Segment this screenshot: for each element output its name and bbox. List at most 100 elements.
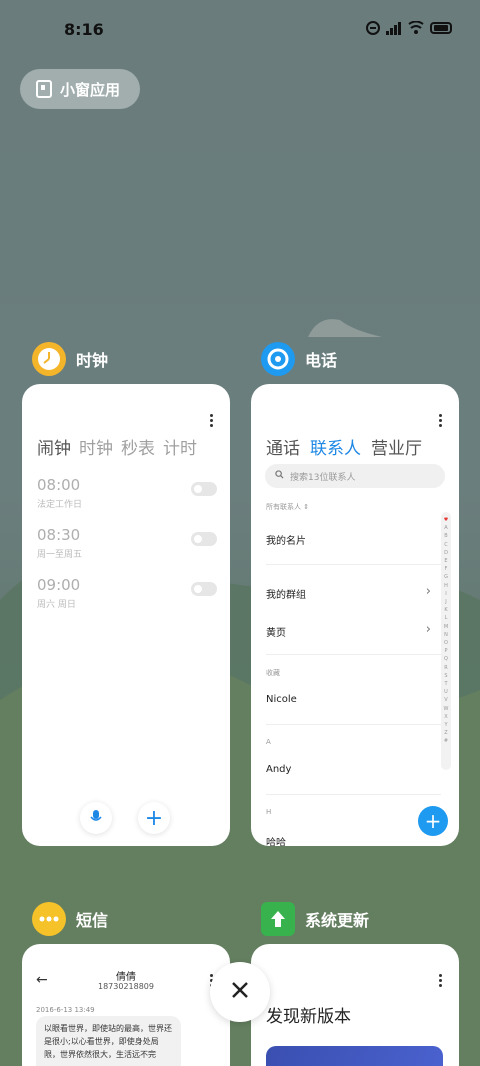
alarm-toggle[interactable] (191, 532, 217, 546)
message-timestamp: 2016-6-13 13:49 (36, 1006, 95, 1014)
alphabet-index-letter[interactable]: A (444, 524, 447, 532)
alphabet-index-letter[interactable]: L (445, 614, 448, 622)
all-contacts-filter[interactable]: 所有联系人 ⇕ (266, 502, 309, 512)
phone-app-header[interactable]: 电话 (261, 342, 337, 376)
my-groups-label: 我的群组 (266, 590, 306, 601)
alphabet-index-letter[interactable]: F (445, 565, 448, 573)
phone-app-icon (261, 342, 295, 376)
floating-window-apps-button[interactable]: 小窗应用 (20, 69, 140, 109)
tab-service-hall[interactable]: 营业厅 (371, 434, 422, 459)
chevron-right-icon: › (425, 622, 431, 637)
my-card-item[interactable]: 我的名片 (266, 532, 431, 547)
alarm-item[interactable]: 08:30 周一至周五 (37, 526, 217, 566)
clock-app-card[interactable]: 闹钟 时钟 秒表 计时 08:00 法定工作日 08:30 周一至周五 09:0… (22, 384, 230, 846)
more-options-icon[interactable] (439, 414, 443, 429)
tab-timer[interactable]: 计时 (163, 434, 197, 459)
conversation-contact-number: 18730218809 (98, 982, 154, 991)
tab-clock[interactable]: 时钟 (79, 434, 113, 459)
alarm-toggle[interactable] (191, 582, 217, 596)
alphabet-index-letter[interactable]: H (444, 582, 448, 590)
tab-stopwatch[interactable]: 秒表 (121, 434, 155, 459)
alphabet-index-letter[interactable]: # (444, 737, 448, 745)
message-bubble[interactable]: 以眼看世界，即使站的最高，世界还是很小;以心看世界，即使身处局限，世界依然很大，… (36, 1016, 181, 1066)
alphabet-index-letter[interactable]: I (445, 590, 446, 598)
alphabet-index-scrollbar[interactable]: ♥ A B C D E F G H I J K L M N O P Q R S T U V W X Y Z # (441, 512, 451, 770)
clock-app-header[interactable]: 时钟 (32, 342, 108, 376)
contact-item[interactable]: Andy (266, 764, 431, 775)
contact-item[interactable]: Nicole (266, 694, 431, 705)
alphabet-index-letter[interactable]: Z (444, 729, 447, 737)
alphabet-index-letter[interactable]: X (444, 713, 447, 721)
alphabet-index-letter[interactable]: R (444, 664, 447, 672)
alphabet-index-letter[interactable]: P (444, 647, 447, 655)
messages-app-header[interactable]: 短信 (32, 902, 108, 936)
phone-tabs: 通话 联系人 营业厅 (266, 434, 422, 459)
alphabet-index-letter[interactable]: B (444, 532, 447, 540)
more-options-icon[interactable] (439, 974, 443, 989)
alarm-label: 法定工作日 (37, 500, 83, 510)
plus-icon: + (144, 805, 164, 831)
alphabet-index-letter[interactable]: M (444, 623, 448, 631)
alphabet-index-letter[interactable]: J (445, 598, 446, 606)
more-options-icon[interactable] (210, 414, 214, 429)
add-contact-button[interactable]: + (418, 806, 448, 836)
alphabet-index-letter[interactable]: T (444, 680, 447, 688)
phone-app-card[interactable]: 通话 联系人 营业厅 搜索13位联系人 所有联系人 ⇕ 我的名片 我的群组 › … (251, 384, 459, 846)
signal-icon (386, 20, 402, 39)
alarm-time: 08:00 (37, 476, 81, 494)
clock-tabs: 闹钟 时钟 秒表 计时 (37, 434, 197, 459)
status-bar: 8:16 (0, 0, 480, 60)
alphabet-index-letter[interactable]: C (444, 541, 448, 549)
yellow-pages-label: 黄页 (266, 628, 286, 639)
sort-icon: ⇕ (303, 503, 310, 511)
alphabet-index-letter[interactable]: V (444, 696, 447, 704)
clock-time: 8:16 (64, 20, 104, 39)
alphabet-index-letter[interactable]: U (444, 688, 448, 696)
alphabet-index-letter[interactable]: Q (444, 655, 448, 663)
alarm-toggle[interactable] (191, 482, 217, 496)
alarm-item[interactable]: 09:00 周六 周日 (37, 576, 217, 616)
alphabet-index-letter[interactable]: G (444, 573, 448, 581)
update-banner (266, 1046, 443, 1066)
alarm-label: 周一至周五 (37, 550, 83, 560)
yellow-pages-item[interactable]: 黄页 › (266, 622, 431, 639)
alphabet-index-letter[interactable]: ♥ (444, 516, 448, 524)
contact-item[interactable]: 哈哈 (266, 834, 431, 846)
conversation-contact-name: 倩倩 (116, 972, 136, 983)
voice-alarm-button[interactable] (80, 802, 112, 834)
contact-search-input[interactable]: 搜索13位联系人 (265, 464, 445, 488)
alphabet-index-letter[interactable]: E (444, 557, 447, 565)
clear-all-button[interactable] (210, 962, 270, 1022)
alphabet-index-letter[interactable]: W (444, 705, 449, 713)
tab-calls[interactable]: 通话 (266, 434, 300, 459)
alphabet-index-letter[interactable]: K (444, 606, 447, 614)
divider (266, 564, 441, 565)
alphabet-index-letter[interactable]: D (444, 549, 448, 557)
plus-icon: + (424, 809, 442, 833)
system-update-app-icon (261, 902, 295, 936)
add-alarm-button[interactable]: + (138, 802, 170, 834)
system-update-app-card[interactable]: 发现新版本 (251, 944, 459, 1066)
section-header-a: A (266, 738, 271, 746)
section-header-h: H (266, 808, 272, 816)
alphabet-index-letter[interactable]: S (444, 672, 447, 680)
divider (266, 724, 441, 725)
tab-contacts[interactable]: 联系人 (310, 434, 361, 459)
my-groups-item[interactable]: 我的群组 › (266, 584, 431, 601)
close-icon (230, 980, 250, 1004)
favorites-section-label: 收藏 (266, 669, 280, 677)
alphabet-index-letter[interactable]: Y (444, 721, 447, 729)
status-icons (366, 20, 454, 39)
tab-alarm[interactable]: 闹钟 (37, 434, 71, 459)
messages-app-card[interactable]: ← 倩倩 18730218809 2016-6-13 13:49 以眼看世界，即… (22, 944, 230, 1066)
messages-app-icon (32, 902, 66, 936)
wifi-icon (408, 20, 424, 39)
alarm-item[interactable]: 08:00 法定工作日 (37, 476, 217, 516)
alphabet-index-letter[interactable]: O (444, 639, 448, 647)
clock-app-name: 时钟 (76, 351, 109, 370)
floating-window-label: 小窗应用 (60, 80, 121, 99)
alphabet-index-letter[interactable]: N (444, 631, 448, 639)
system-update-app-name: 系统更新 (305, 911, 370, 930)
chevron-right-icon: › (425, 584, 431, 599)
system-update-app-header[interactable]: 系统更新 (261, 902, 369, 936)
